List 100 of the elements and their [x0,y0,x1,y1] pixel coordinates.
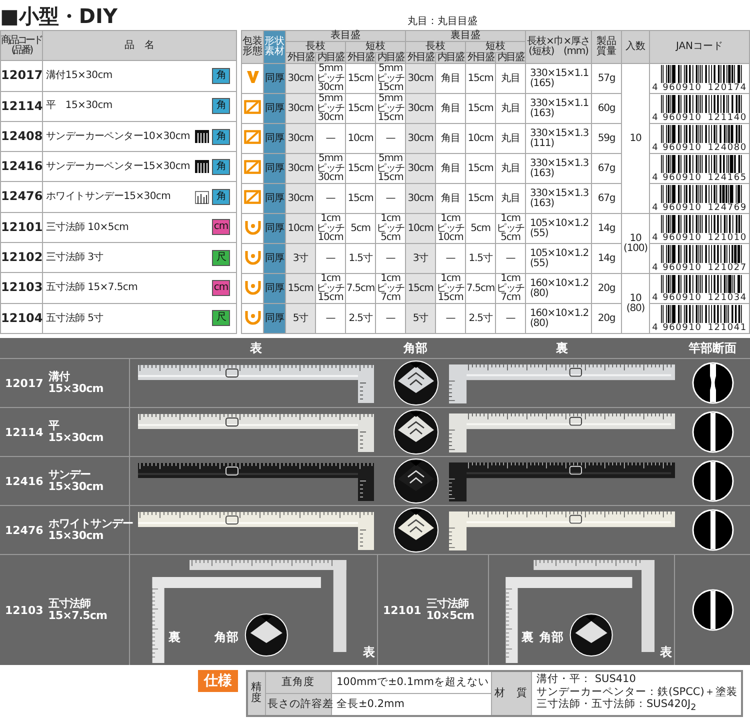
product-code: 12416 [0,152,42,182]
page-title: ■小型・DIY [0,3,118,30]
column-header: 角部 [402,340,428,356]
table-cell: 1cm ピッチ 7cm [496,274,526,304]
table-cell: 角目 [436,94,466,124]
barcode-digits: 4 [652,233,659,243]
badge: 尺 [212,250,230,266]
column-header: 内目盛 [376,52,406,64]
barcode-digits: 4 [652,113,659,123]
material-line: 溝付・平： SUS410 [536,673,637,686]
table-cell: 15cm [466,64,496,94]
barcode-digits: 124165 [708,173,747,183]
table-cell: 3寸 [286,244,316,274]
table-cell: 3寸 [406,244,436,274]
product-code: 12408 [0,121,42,152]
table-cell: 160×10×1.2 (80) [526,274,592,304]
column-header: 包装形態 [242,30,264,64]
barcode-digits: 124080 [708,143,747,153]
table-cell: 20g [592,274,622,304]
barcode-digits: 4 [652,323,659,333]
table-cell: 10cm [406,214,436,244]
table-cell: 丸目 [496,124,526,154]
barcode-digits: 960910 [662,113,702,123]
product-code: 12416 [5,474,44,488]
barcode-digits: 960910 [662,143,702,153]
barcode-digits: 960910 [662,323,702,333]
column-header: JANコード [650,30,750,64]
table-cell: 角目 [436,64,466,94]
table-cell: 30cm [406,124,436,154]
table-cell: 5mm ピッチ 30cm [316,154,346,184]
table-cell: 10cm [286,214,316,244]
product-name: 溝付15×30cm [46,71,114,81]
table-cell: 7.5cm [346,274,376,304]
barcode-digits: 4 [652,293,659,303]
column-header: 外目盛 [286,52,316,64]
table-cell: 1cm ピッチ 10cm [316,214,346,244]
table-cell: 同厚 [264,184,286,214]
badge: cm [212,280,230,296]
photo-label: 角部 [539,629,564,646]
column-header: 表 [249,340,263,356]
badge: 角 [212,128,230,145]
column-header: 短枝 [346,42,406,52]
table-cell: 角目 [436,184,466,214]
barcode-digits: 4 [652,83,659,93]
product-code: 12101 [0,212,42,243]
table-cell: 5寸 [406,304,436,334]
photo-label: 角部 [214,629,238,646]
barcode-digits: 121010 [708,233,747,243]
column-header: 短枝 [466,42,526,52]
table-cell: 330×15×1.3 (163) [526,184,592,214]
table-cell: 同厚 [264,214,286,244]
table-cell: 105×10×1.2 (55) [526,214,592,244]
table-cell: 同厚 [264,94,286,124]
product-code: 12103 [5,604,44,616]
column-header: 竿部断面 [688,340,738,356]
table-cell: 30cm [406,64,436,94]
barcode-digits: 960910 [662,293,702,303]
barcode-digits: 4 [652,173,659,183]
barcode-digits: 121027 [708,263,747,273]
table-cell: 30cm [406,154,436,184]
table-cell: 160×10×1.2 (80) [526,304,592,334]
product-name: 溝付 15×30cm [48,370,104,396]
badge: cm [212,219,230,236]
barcode-digits: 960910 [662,263,702,273]
table-cell: 5寸 [286,304,316,334]
table-cell: 30cm [286,94,316,124]
column-header: 入数 [622,30,650,64]
table-cell: 100mmで±0.1mmを超えない [331,671,491,694]
product-code: 12017 [0,60,42,92]
badge: 角 [212,68,230,84]
table-cell: 2.5寸 [466,304,496,334]
column-header: 商品コード (品番) [0,30,42,61]
table-cell: 1cm ピッチ 15cm [316,274,346,304]
table-cell: 10 [622,64,650,214]
table-cell: 5cm [346,214,376,244]
table-cell: 330×15×1.3 (111) [526,124,592,154]
photo-label: 表 [660,644,672,661]
photo-label: 裏 [168,629,180,646]
table-cell: 15cm [466,94,496,124]
table-cell: 5mm ピッチ 30cm [316,64,346,94]
column-header: 外目盛 [346,52,376,64]
barcode-digits: 4 [652,263,659,273]
section-label: 仕様 [198,670,238,692]
table-cell: — [316,184,346,214]
badge: 角 [212,189,230,206]
table-cell: 角目 [436,154,466,184]
badge: 尺 [212,310,230,326]
table-cell: 30cm [406,94,436,124]
table-cell: 30cm [286,64,316,94]
product-code: 12102 [0,242,42,273]
table-cell: 30cm [286,124,316,154]
barcode-digits: 121034 [708,293,747,303]
table-cell: 同厚 [264,64,286,94]
table-cell: 同厚 [264,244,286,274]
product-code: 12114 [0,91,42,122]
badge: 角 [212,158,230,175]
table-cell: 30cm [406,184,436,214]
table-cell: 丸目 [496,154,526,184]
table-cell: — [496,244,526,274]
product-name: 三寸法師 3寸 [46,252,104,262]
